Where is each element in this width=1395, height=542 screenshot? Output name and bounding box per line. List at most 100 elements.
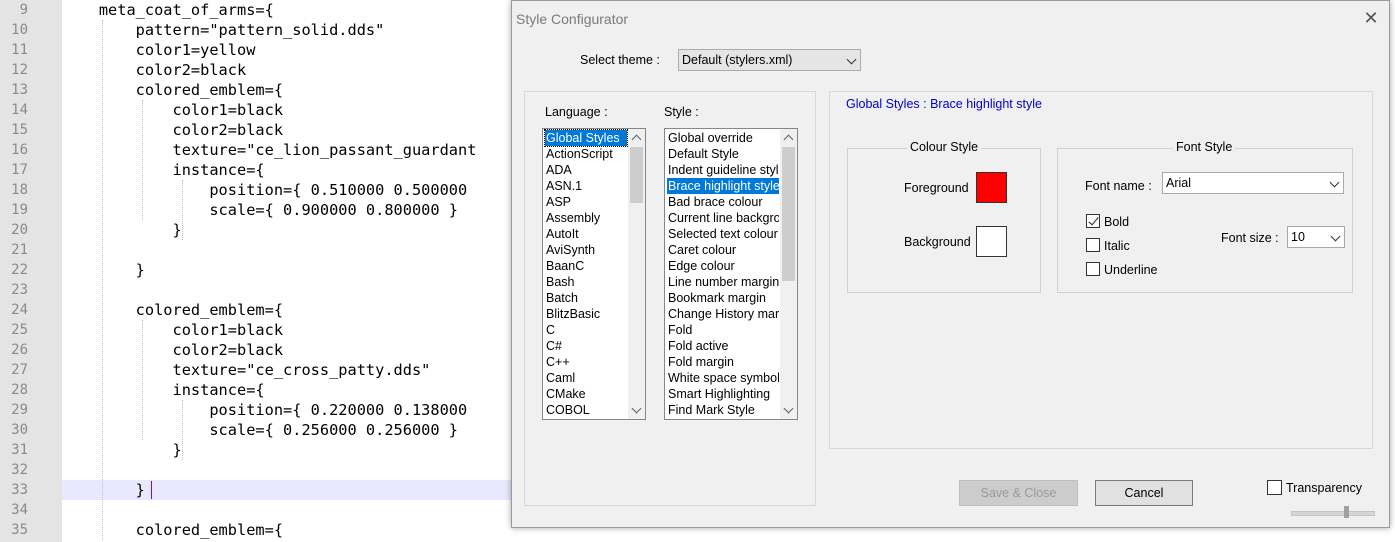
style-list-item[interactable]: Default Style (667, 146, 779, 162)
foreground-color-swatch[interactable] (976, 172, 1007, 203)
scroll-thumb[interactable] (630, 147, 643, 203)
code-line[interactable]: scale={ 0.900000 0.800000 } (62, 200, 458, 220)
code-line[interactable]: scale={ 0.256000 0.256000 } (62, 420, 458, 440)
code-line[interactable]: texture="ce_lion_passant_guardant (62, 140, 477, 160)
foreground-label: Foreground (904, 181, 969, 195)
style-list-item[interactable]: Fold (667, 322, 779, 338)
code-line[interactable]: colored_emblem={ (62, 520, 283, 540)
code-line[interactable]: colored_emblem={ (62, 300, 283, 320)
language-list-item[interactable]: Assembly (545, 210, 627, 226)
language-list-item[interactable]: Global Styles (544, 129, 628, 147)
style-list-item[interactable]: Bad brace colour (667, 194, 779, 210)
language-list-item[interactable]: COBOL (545, 402, 627, 418)
language-list-item[interactable]: Bash (545, 274, 627, 290)
bold-checkbox[interactable] (1086, 214, 1100, 228)
code-line[interactable]: } (62, 260, 145, 280)
style-scrollbar[interactable] (780, 129, 797, 419)
line-number: 32 (11, 462, 28, 478)
background-color-swatch[interactable] (976, 226, 1007, 257)
style-list-item[interactable]: Line number margin (667, 274, 779, 290)
scroll-up-icon[interactable] (628, 129, 645, 146)
line-number: 19 (11, 202, 28, 218)
style-list-item[interactable]: Global override (667, 130, 779, 146)
scroll-up-icon[interactable] (780, 129, 797, 146)
style-list-item[interactable]: Find Mark Style (667, 402, 779, 418)
code-line[interactable]: } (62, 220, 182, 240)
code-line[interactable]: color2=black (62, 120, 284, 140)
dialog-title: Style Configurator (516, 11, 629, 27)
language-list-item[interactable]: C++ (545, 354, 627, 370)
font-name-select[interactable]: Arial (1162, 172, 1344, 194)
line-number: 11 (11, 42, 28, 58)
chevron-down-icon (846, 54, 857, 65)
transparency-slider-thumb[interactable] (1344, 506, 1349, 518)
style-list-item[interactable]: Fold margin (667, 354, 779, 370)
style-list-item[interactable]: Brace highlight style (667, 178, 779, 194)
language-listbox[interactable]: Global Styles ActionScript ADA ASN.1 ASP Asse… (542, 128, 646, 420)
code-line[interactable]: position={ 0.220000 0.138000 (62, 400, 467, 420)
code-line[interactable]: position={ 0.510000 0.500000 (62, 180, 467, 200)
code-line[interactable]: color1=black (62, 320, 284, 340)
language-list-item[interactable]: AutoIt (545, 226, 627, 242)
cancel-button[interactable]: Cancel (1095, 480, 1193, 506)
style-list-item[interactable]: Change History margin (667, 306, 779, 322)
code-line[interactable]: } (62, 480, 145, 500)
code-line[interactable]: color2=black (62, 340, 284, 360)
language-list-item[interactable]: Caml (545, 370, 627, 386)
select-theme-label: Select theme : (580, 53, 660, 67)
scroll-down-icon[interactable] (628, 402, 645, 419)
style-listbox[interactable]: Global override Default Style Indent guide… (664, 128, 798, 420)
code-line[interactable]: instance={ (62, 380, 265, 400)
style-list-item[interactable]: Smart Highlighting (667, 386, 779, 402)
language-list-item[interactable]: AviSynth (545, 242, 627, 258)
language-list-item[interactable]: C# (545, 338, 627, 354)
language-list-item[interactable]: ActionScript (545, 146, 627, 162)
code-line[interactable]: colored_emblem={ (62, 80, 283, 100)
code-line[interactable]: color1=black (62, 100, 284, 120)
language-list-item[interactable]: ASN.1 (545, 178, 627, 194)
style-list-item[interactable]: Caret colour (667, 242, 779, 258)
language-list-item[interactable]: Batch (545, 290, 627, 306)
language-list-item[interactable]: ADA (545, 162, 627, 178)
font-size-value: 10 (1291, 230, 1305, 244)
line-number: 23 (11, 282, 28, 298)
italic-label: Italic (1104, 239, 1130, 253)
code-line[interactable]: } (62, 440, 182, 460)
code-line[interactable]: texture="ce_cross_patty.dds" (62, 360, 431, 380)
indent-guide (142, 320, 143, 440)
language-list-item[interactable]: BaanC (545, 258, 627, 274)
style-list-items: Global override Default Style Indent guide… (667, 130, 779, 418)
style-list-item[interactable]: Current line background (667, 210, 779, 226)
transparency-slider[interactable] (1291, 511, 1375, 516)
code-line[interactable]: color2=black (62, 60, 247, 80)
underline-checkbox[interactable] (1086, 262, 1100, 276)
language-list-item[interactable]: BlitzBasic (545, 306, 627, 322)
scroll-thumb[interactable] (782, 147, 795, 281)
scroll-down-icon[interactable] (780, 402, 797, 419)
italic-checkbox[interactable] (1086, 238, 1100, 252)
line-number: 13 (11, 82, 28, 98)
theme-select[interactable]: Default (stylers.xml) (678, 49, 861, 71)
font-size-select[interactable]: 10 (1287, 226, 1345, 248)
code-line[interactable]: color1=yellow (62, 40, 256, 60)
transparency-checkbox[interactable] (1267, 480, 1282, 495)
language-scrollbar[interactable] (628, 129, 645, 419)
colour-style-group (847, 148, 1041, 293)
language-list-item[interactable]: C (545, 322, 627, 338)
style-list-item[interactable]: Fold active (667, 338, 779, 354)
line-number: 15 (11, 122, 28, 138)
style-list-item[interactable]: Edge colour (667, 258, 779, 274)
language-list-item[interactable]: ASP (545, 194, 627, 210)
code-line[interactable]: instance={ (62, 160, 265, 180)
style-list-item[interactable]: White space symbol (667, 370, 779, 386)
style-configurator-dialog: Style Configurator ✕ Select theme : Defa… (511, 0, 1390, 528)
style-list-item[interactable]: Bookmark margin (667, 290, 779, 306)
close-icon[interactable]: ✕ (1363, 9, 1379, 27)
code-line[interactable]: pattern="pattern_solid.dds" (62, 20, 385, 40)
save-close-button[interactable]: Save & Close (959, 480, 1078, 506)
style-list-item[interactable]: Indent guideline style (667, 162, 779, 178)
style-list-item[interactable]: Selected text colour (667, 226, 779, 242)
language-list-item[interactable]: CMake (545, 386, 627, 402)
line-number: 18 (11, 182, 28, 198)
code-line[interactable]: meta_coat_of_arms={ (62, 0, 274, 20)
